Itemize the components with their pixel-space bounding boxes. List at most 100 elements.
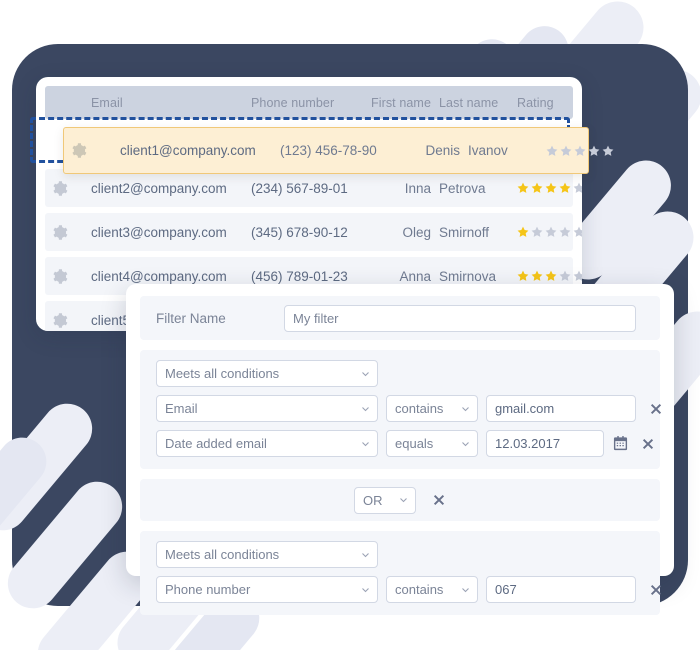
cell-phone: (234) 567-89-01 <box>251 180 348 196</box>
row-settings-button[interactable] <box>51 312 91 329</box>
cell-first-name: Inna <box>404 180 431 196</box>
remove-rule-button[interactable] <box>649 583 663 597</box>
rule-field-select[interactable]: Phone number <box>156 576 378 603</box>
cell-phone: (123) 456-78-90 <box>280 143 377 158</box>
star-icon <box>517 226 529 237</box>
rule-operator-value: contains <box>395 582 444 597</box>
rule-field-select[interactable]: Email <box>156 395 378 422</box>
column-header-email: Email <box>91 95 123 110</box>
group-joiner-select[interactable]: OR <box>354 486 416 514</box>
star-icon <box>574 145 586 156</box>
star-icon <box>573 226 582 237</box>
star-icon <box>531 226 543 237</box>
star-icon <box>531 182 543 193</box>
calendar-icon[interactable] <box>613 436 628 451</box>
chevron-down-icon <box>362 552 369 557</box>
gear-icon <box>53 268 68 284</box>
rating-stars[interactable] <box>517 270 582 282</box>
filter-rule: Email contains gmail.com <box>156 395 662 422</box>
cell-email: client4@company.com <box>91 268 227 284</box>
table-row[interactable]: client3@company.com (345) 678-90-12 Oleg… <box>45 213 582 251</box>
cell-last-name: Ivanov <box>468 143 508 158</box>
rule-operator-select[interactable]: contains <box>386 576 478 603</box>
rule-operator-value: contains <box>395 401 444 416</box>
rule-value-input[interactable]: 067 <box>486 576 636 603</box>
filter-name-label: Filter Name <box>156 310 226 326</box>
column-header-last-name: Last name <box>439 95 499 110</box>
rating-stars[interactable] <box>517 226 582 238</box>
rule-field-value: Phone number <box>165 582 251 597</box>
chevron-down-icon <box>362 406 369 411</box>
table-header-row: Email Phone number First name Last name … <box>45 86 573 119</box>
row-settings-button[interactable] <box>51 268 91 285</box>
star-icon <box>545 270 557 281</box>
filter-name-row: Filter Name My filter <box>140 296 660 340</box>
rating-stars[interactable] <box>517 182 582 194</box>
filter-rule: Date added email equals 12.03.2017 <box>156 430 654 457</box>
star-icon <box>559 182 571 193</box>
chevron-down-icon <box>400 498 407 503</box>
cell-first-name: Denis <box>425 143 460 158</box>
cell-email: client1@company.com <box>120 143 256 158</box>
star-icon <box>588 145 600 156</box>
rule-operator-select[interactable]: equals <box>386 430 478 457</box>
group-1-condition-mode-value: Meets all conditions <box>165 366 280 381</box>
cell-rating[interactable] <box>509 226 582 238</box>
star-icon <box>602 145 614 156</box>
chevron-down-icon <box>362 441 369 446</box>
cell-email: client2@company.com <box>91 180 227 196</box>
rule-date-input[interactable]: 12.03.2017 <box>486 430 604 457</box>
group-1-mode-line: Meets all conditions <box>156 360 644 387</box>
star-icon <box>545 182 557 193</box>
rating-stars[interactable] <box>546 145 632 157</box>
gear-icon <box>72 143 87 158</box>
gear-icon <box>53 312 68 328</box>
cell-last-name: Smirnoff <box>439 224 490 240</box>
group-joiner-value: OR <box>363 492 383 508</box>
cell-phone: (345) 678-90-12 <box>251 224 348 240</box>
cell-rating[interactable] <box>509 182 582 194</box>
column-header-rating: Rating <box>517 95 554 110</box>
star-icon <box>573 182 582 193</box>
cell-first-name: Anna <box>399 268 431 284</box>
cell-last-name: Petrova <box>439 180 486 196</box>
remove-rule-button[interactable] <box>649 402 663 416</box>
row-settings-button[interactable] <box>51 180 91 197</box>
chevron-down-icon <box>462 441 469 446</box>
cell-first-name: Oleg <box>402 224 431 240</box>
group-1-condition-mode-select[interactable]: Meets all conditions <box>156 360 378 387</box>
chevron-down-icon <box>362 587 369 592</box>
gear-icon <box>53 224 68 240</box>
illustration-stage: Email Phone number First name Last name … <box>0 0 700 650</box>
gear-icon <box>53 180 68 196</box>
star-icon <box>559 270 571 281</box>
rule-field-value: Date added email <box>165 436 267 451</box>
remove-joiner-button[interactable] <box>432 493 446 507</box>
star-icon <box>517 182 529 193</box>
filter-builder-panel: Filter Name My filter Meets all conditio… <box>126 284 674 615</box>
star-icon <box>560 145 572 156</box>
rule-value-input[interactable]: gmail.com <box>486 395 636 422</box>
chevron-down-icon <box>462 587 469 592</box>
row-settings-button[interactable] <box>70 142 110 159</box>
rule-operator-select[interactable]: contains <box>386 395 478 422</box>
filter-name-input[interactable]: My filter <box>284 304 636 332</box>
chevron-down-icon <box>362 371 369 376</box>
cell-phone: (456) 789-01-23 <box>251 268 348 284</box>
remove-rule-button[interactable] <box>641 437 655 451</box>
table-row-highlighted[interactable]: client1@company.com (123) 456-78-90 Deni… <box>63 127 614 174</box>
table-row[interactable]: client2@company.com (234) 567-89-01 Inna… <box>45 169 582 207</box>
cell-rating[interactable] <box>509 270 582 282</box>
rule-operator-value: equals <box>395 436 434 451</box>
star-icon <box>546 145 558 156</box>
group-2-condition-mode-value: Meets all conditions <box>165 547 280 562</box>
group-2-condition-mode-select[interactable]: Meets all conditions <box>156 541 378 568</box>
column-header-first-name: First name <box>370 95 431 110</box>
star-icon <box>573 270 582 281</box>
row-settings-button[interactable] <box>51 224 91 241</box>
filter-rule: Phone number contains 067 <box>156 576 662 603</box>
rule-field-select[interactable]: Date added email <box>156 430 378 457</box>
chevron-down-icon <box>462 406 469 411</box>
group-joiner-row: OR <box>140 479 660 521</box>
cell-rating[interactable] <box>538 145 632 157</box>
